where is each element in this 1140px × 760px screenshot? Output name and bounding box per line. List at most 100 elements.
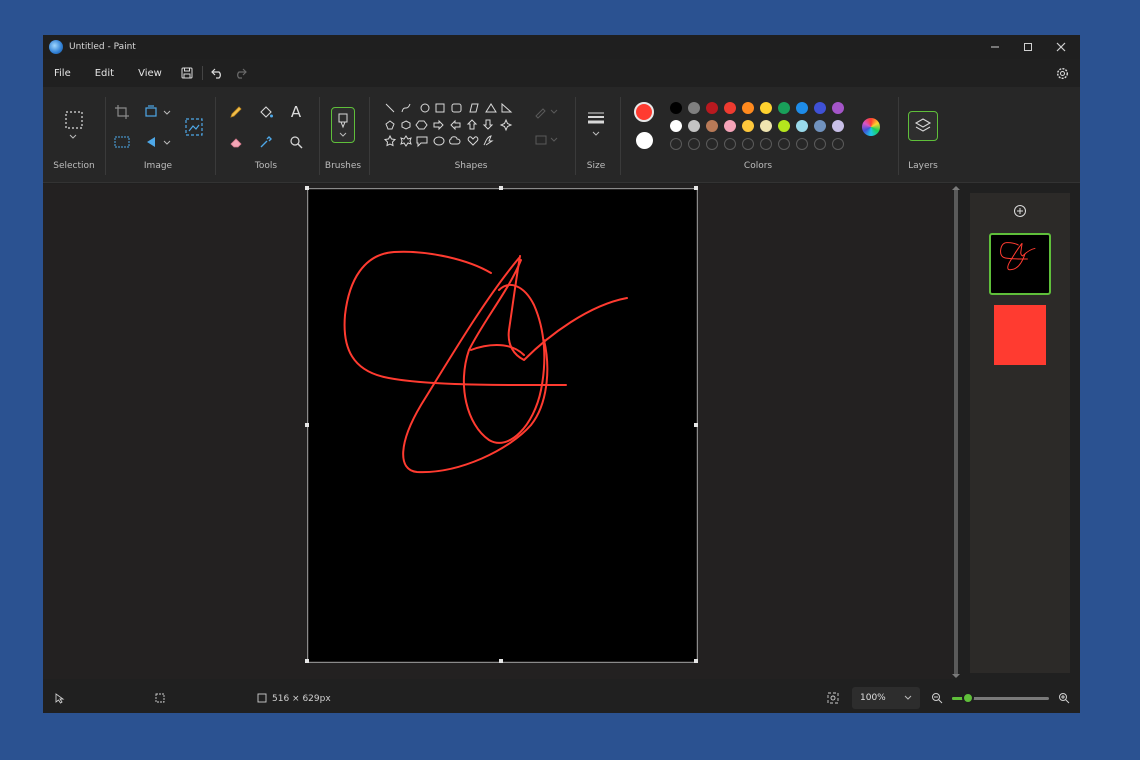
save-button[interactable] [176,63,198,83]
layers-group-label: Layers [908,161,938,171]
palette-color-swatch[interactable] [814,120,826,132]
palette-color-swatch[interactable] [832,120,844,132]
palette-color-swatch[interactable] [670,102,682,114]
palette-color-swatch[interactable] [688,120,700,132]
scroll-up-icon[interactable] [951,185,961,191]
zoom-in-icon[interactable] [1058,692,1070,704]
custom-color-slot[interactable] [760,138,772,150]
palette-color-swatch[interactable] [760,120,772,132]
tools-group-label: Tools [254,161,278,171]
close-button[interactable] [1044,35,1078,59]
custom-color-slot[interactable] [670,138,682,150]
text-button[interactable]: A [287,103,305,121]
crop-button[interactable] [113,103,131,121]
brushes-button[interactable] [331,107,355,143]
color-picker-button[interactable] [257,133,275,151]
maximize-icon [1024,43,1032,51]
minimize-button[interactable] [978,35,1012,59]
resize-handle[interactable] [499,659,503,663]
add-layer-button[interactable] [1012,203,1028,219]
save-icon [181,67,193,79]
selection-dropdown[interactable] [67,133,79,141]
palette-color-swatch[interactable] [796,120,808,132]
custom-color-slot[interactable] [778,138,790,150]
custom-color-slot[interactable] [742,138,754,150]
stroke-size-icon [588,112,604,136]
view-menu[interactable]: View [130,68,170,79]
pencil-button[interactable] [227,103,245,121]
palette-color-swatch[interactable] [724,102,736,114]
image-creator-button[interactable] [183,116,205,138]
resize-button[interactable] [143,103,173,121]
chevron-down-icon [69,134,77,139]
undo-icon [210,68,221,79]
custom-color-slot[interactable] [832,138,844,150]
palette-color-swatch[interactable] [724,120,736,132]
undo-button[interactable] [207,63,229,83]
shapes-group-label: Shapes [454,161,488,171]
drawing-canvas[interactable] [309,190,696,661]
select-all-button[interactable] [113,133,131,151]
edit-menu[interactable]: Edit [87,68,122,79]
layers-panel [970,193,1070,673]
edit-colors-button[interactable] [861,117,881,137]
resize-handle[interactable] [499,186,503,190]
resize-handle[interactable] [694,423,698,427]
palette-color-swatch[interactable] [832,102,844,114]
palette-color-swatch[interactable] [706,120,718,132]
resize-handle[interactable] [305,659,309,663]
maximize-button[interactable] [1011,35,1045,59]
layer-thumbnail-drawing[interactable] [989,233,1051,295]
custom-color-slot[interactable] [688,138,700,150]
palette-color-swatch[interactable] [670,120,682,132]
resize-handle[interactable] [694,186,698,190]
magnifier-icon [290,136,303,149]
palette-color-swatch[interactable] [778,102,790,114]
scroll-down-icon[interactable] [951,673,961,679]
palette-color-swatch[interactable] [760,102,772,114]
shape-fill-button[interactable] [533,132,561,148]
rotate-button[interactable] [143,133,173,151]
file-menu[interactable]: File [46,68,79,79]
palette-color-swatch[interactable] [706,102,718,114]
status-bar: 516 × 629px [43,683,1080,713]
drawing-strokes [343,250,628,474]
menu-bar: File Edit View [43,59,1080,87]
paint-app-icon [49,40,63,54]
palette-color-swatch[interactable] [778,120,790,132]
custom-color-slot[interactable] [814,138,826,150]
secondary-color-swatch[interactable] [636,132,653,149]
resize-handle[interactable] [305,186,309,190]
size-button[interactable] [585,107,607,141]
magnifier-button[interactable] [287,133,305,151]
palette-color-swatch[interactable] [742,102,754,114]
custom-color-slot[interactable] [796,138,808,150]
primary-color-swatch[interactable] [634,102,654,122]
fill-button[interactable] [257,103,275,121]
settings-button[interactable] [1051,63,1073,83]
selection-button[interactable] [63,109,85,131]
zoom-slider[interactable] [952,692,1049,704]
redo-button[interactable] [229,63,251,83]
layers-button[interactable] [908,111,938,141]
shape-outline-button[interactable] [533,104,561,120]
layer-thumbnail-background[interactable] [994,305,1046,365]
eraser-button[interactable] [227,133,245,151]
palette-color-swatch[interactable] [742,120,754,132]
zoom-slider-thumb[interactable] [961,692,974,704]
zoom-dropdown[interactable]: 100% [852,687,920,709]
image-select-icon [114,136,130,148]
palette-color-swatch[interactable] [688,102,700,114]
resize-handle[interactable] [305,423,309,427]
vertical-scrollbar[interactable] [954,187,958,677]
fit-to-window-icon[interactable] [827,692,839,704]
zoom-out-icon[interactable] [931,692,943,704]
resize-handle[interactable] [694,659,698,663]
custom-color-slot[interactable] [706,138,718,150]
shapes-gallery[interactable] [383,101,518,151]
palette-color-swatch[interactable] [814,102,826,114]
resize-icon [145,105,171,117]
brush-icon [338,113,348,137]
palette-color-swatch[interactable] [796,102,808,114]
custom-color-slot[interactable] [724,138,736,150]
